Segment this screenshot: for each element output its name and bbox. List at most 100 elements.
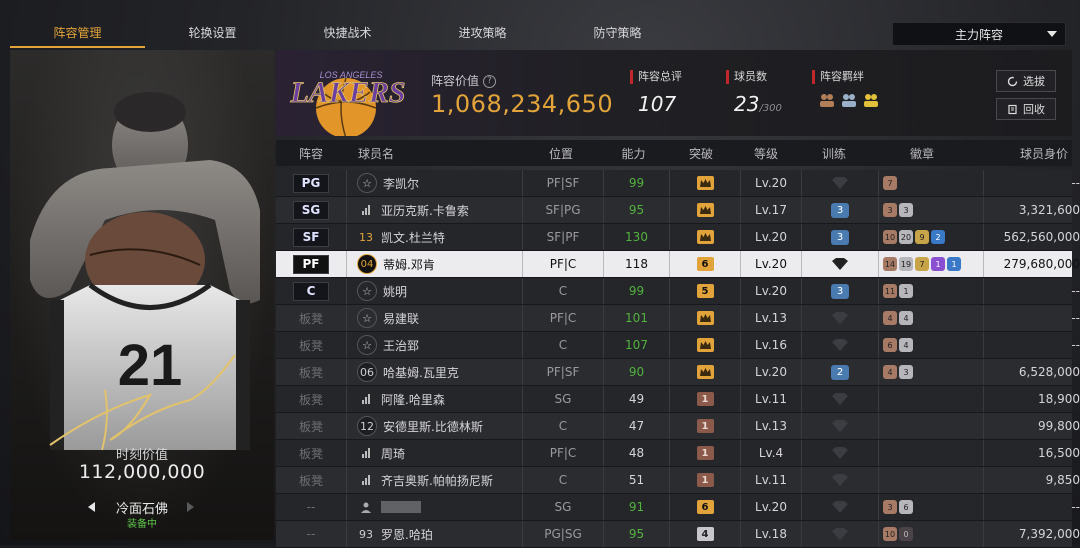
col-header-training[interactable]: 训练 <box>796 140 872 166</box>
badges-cell[interactable]: 64 <box>878 332 983 358</box>
position-slot-badge[interactable]: C <box>293 281 329 301</box>
training-cell[interactable]: 3 <box>801 278 878 304</box>
slot-cell: PF <box>276 251 346 277</box>
table-row[interactable]: C ☆ 姚明 C 99 5 Lv.20 3 11 1 -- <box>276 278 1080 305</box>
badges-cell[interactable]: 43 <box>878 359 983 385</box>
player-name: 齐吉奥斯.帕帕扬尼斯 <box>381 473 493 488</box>
col-header-breakthrough[interactable]: 突破 <box>666 140 736 166</box>
table-row[interactable]: 板凳 ☆ 易建联 PF|C 101 Lv.13 4 4 -- <box>276 305 1080 332</box>
table-row[interactable]: PF 04 蒂姆.邓肯 PF|C 118 6 Lv.20 14 19 7 1 1 279,680,000 <box>276 251 1080 278</box>
table-row[interactable]: 板凳 12 安德里斯.比德林斯 C 47 1 Lv.13 99,800 <box>276 413 1080 440</box>
badges-cell[interactable]: 36 <box>878 494 983 520</box>
table-row[interactable]: 板凳 ☆ 王治郅 C 107 Lv.16 6 4 -- <box>276 332 1080 359</box>
badges-cell[interactable]: 7 <box>878 170 983 196</box>
badge-icon: 1 <box>899 284 913 298</box>
player-ability: 99 <box>603 170 669 196</box>
position-slot-badge[interactable]: PF <box>293 254 329 274</box>
tab-rotation-settings[interactable]: 轮换设置 <box>145 18 280 48</box>
player-value: 9,850 <box>983 467 1080 493</box>
training-cell[interactable] <box>801 170 878 196</box>
training-cell[interactable]: 3 <box>801 224 878 250</box>
lineup-bond-label: 阵容羁绊 <box>812 70 880 84</box>
badges-cell[interactable] <box>878 467 983 493</box>
training-cell[interactable] <box>801 305 878 331</box>
bond-team-silver-icon[interactable] <box>840 92 858 108</box>
player-level: Lv.13 <box>740 305 801 331</box>
position-slot-badge[interactable]: SG <box>293 200 329 220</box>
player-name: 姚明 <box>383 284 408 299</box>
col-header-badges[interactable]: 徽章 <box>872 140 972 166</box>
bench-label: 板凳 <box>298 365 323 380</box>
table-row[interactable]: 板凳 阿隆.哈里森 SG 49 1 Lv.11 18,900 <box>276 386 1080 413</box>
badges-cell[interactable]: 14 19 7 1 1 <box>878 251 983 277</box>
badges-cell[interactable]: 33 <box>878 197 983 223</box>
player-moment-card[interactable]: 21 时刻价值 112,000,000 冷面石佛 装备中 <box>10 50 274 540</box>
col-header-position[interactable]: 位置 <box>521 140 601 166</box>
recycle-button[interactable]: 回收 <box>996 98 1056 120</box>
training-cell[interactable] <box>801 386 878 412</box>
tab-lineup-management[interactable]: 阵容管理 <box>10 18 145 48</box>
top-tab-bar: 阵容管理 轮换设置 快捷战术 进攻策略 防守策略 主力阵容 <box>10 18 1072 48</box>
table-row[interactable]: SG 亚历克斯.卡鲁索 SF|PG 95 Lv.17 3 3 3 3,321,600 <box>276 197 1080 224</box>
player-value: -- <box>983 278 1080 304</box>
training-cell[interactable]: 3 <box>801 197 878 223</box>
badges-cell[interactable] <box>878 386 983 412</box>
col-header-lineup[interactable]: 阵容 <box>276 140 346 166</box>
training-cell[interactable] <box>801 521 878 547</box>
col-header-level[interactable]: 等级 <box>736 140 796 166</box>
slot-cell: 板凳 <box>276 386 346 412</box>
player-position: SF|PF <box>522 224 603 250</box>
training-cell[interactable] <box>801 467 878 493</box>
bond-team-gold-icon[interactable] <box>862 92 880 108</box>
training-cell[interactable] <box>801 440 878 466</box>
select-button[interactable]: 选拔 <box>996 70 1056 92</box>
roster-table-body: PG ☆ 李凯尔 PF|SF 99 Lv.20 7 -- SG 亚历克斯.卡鲁索 SF|PG 95 Lv… <box>276 170 1080 548</box>
table-row[interactable]: 板凳 齐吉奥斯.帕帕扬尼斯 C 51 1 Lv.11 9,850 <box>276 467 1080 494</box>
table-row[interactable]: SF 13 凯文.杜兰特 SF|PF 130 Lv.20 3 10 20 9 2 562,560,00… <box>276 224 1080 251</box>
badges-cell[interactable] <box>878 440 983 466</box>
col-header-ability[interactable]: 能力 <box>601 140 666 166</box>
position-slot-badge[interactable]: SF <box>293 227 329 247</box>
slot-cell: 板凳 <box>276 332 346 358</box>
position-slot-badge[interactable]: PG <box>293 173 329 193</box>
badges-cell[interactable]: 10 0 <box>878 521 983 547</box>
player-position: C <box>522 278 603 304</box>
lineup-dropdown-value: 主力阵容 <box>954 27 1003 42</box>
badges-cell[interactable]: 44 <box>878 305 983 331</box>
table-row[interactable]: 板凳 周琦 PF|C 48 1 Lv.4 16,500 <box>276 440 1080 467</box>
player-ability: 49 <box>603 386 669 412</box>
table-row[interactable]: 板凳 06 哈基姆.瓦里克 PF|SF 90 Lv.20 2 4 3 6,528,000 <box>276 359 1080 386</box>
player-value: 3,321,600 <box>983 197 1080 223</box>
breakthrough-cell: 1 <box>669 413 740 439</box>
arrow-right-icon[interactable] <box>187 502 194 512</box>
table-row[interactable]: PG ☆ 李凯尔 PF|SF 99 Lv.20 7 -- <box>276 170 1080 197</box>
player-value: 16,500 <box>983 440 1080 466</box>
training-cell[interactable] <box>801 413 878 439</box>
badges-cell[interactable]: 10 20 9 2 <box>878 224 983 250</box>
breakthrough-level: 4 <box>696 527 714 541</box>
training-cell[interactable]: 2 <box>801 359 878 385</box>
badge-icon: 3 <box>899 203 913 217</box>
table-row[interactable]: -- 93 罗恩.哈珀 PG|SG 95 4 Lv.18 10 0 7,392,000 <box>276 521 1080 548</box>
training-cell[interactable] <box>801 251 878 277</box>
lineup-dropdown[interactable]: 主力阵容 <box>892 22 1066 46</box>
tab-quick-tactics[interactable]: 快捷战术 <box>280 18 415 48</box>
badges-cell[interactable]: 11 1 <box>878 278 983 304</box>
breakthrough-cell <box>669 170 740 196</box>
player-level: Lv.13 <box>740 413 801 439</box>
badges-cell[interactable] <box>878 413 983 439</box>
training-cell[interactable] <box>801 494 878 520</box>
training-cell[interactable] <box>801 332 878 358</box>
help-icon[interactable]: ? <box>483 75 497 88</box>
tab-defense-strategy[interactable]: 防守策略 <box>550 18 685 48</box>
breakthrough-level: 1 <box>696 419 714 433</box>
badge-icon: 9 <box>915 230 929 244</box>
player-name-cell: 13 凯文.杜兰特 <box>346 224 522 250</box>
bond-team-bronze-icon[interactable] <box>818 92 836 108</box>
col-header-name[interactable]: 球员名 <box>346 140 521 166</box>
tab-offense-strategy[interactable]: 进攻策略 <box>415 18 550 48</box>
col-header-value[interactable]: 球员身价 <box>972 140 1080 166</box>
table-row[interactable]: -- SG 91 6 Lv.20 3 6 -- <box>276 494 1080 521</box>
gem-icon <box>830 474 850 486</box>
player-value: -- <box>983 494 1080 520</box>
